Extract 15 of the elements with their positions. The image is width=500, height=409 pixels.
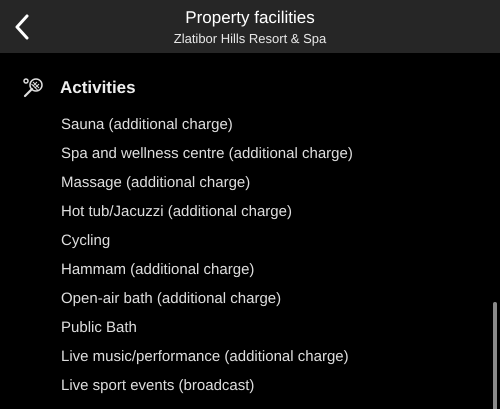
facility-item: Hammam (additional charge) xyxy=(61,260,256,280)
page-subtitle: Zlatibor Hills Resort & Spa xyxy=(174,30,326,46)
facility-item: Open-air bath (additional charge) xyxy=(61,289,282,309)
facility-item: Sauna (additional charge) xyxy=(61,115,234,135)
facility-item: Spa and wellness centre (additional charge) xyxy=(61,144,354,164)
page-title: Property facilities xyxy=(185,8,315,28)
facility-item: Hot tub/Jacuzzi (additional charge) xyxy=(61,202,293,222)
facility-item: Massage (additional charge) xyxy=(61,173,252,193)
facility-item: Public Bath xyxy=(61,318,138,338)
tennis-racket-icon xyxy=(22,77,44,99)
facility-item: Live music/performance (additional charge) xyxy=(61,347,350,367)
facility-item: Live sport events (broadcast) xyxy=(61,376,256,396)
section-title: Activities xyxy=(60,78,136,98)
back-icon xyxy=(14,14,30,40)
facility-item: Cycling xyxy=(61,231,112,251)
